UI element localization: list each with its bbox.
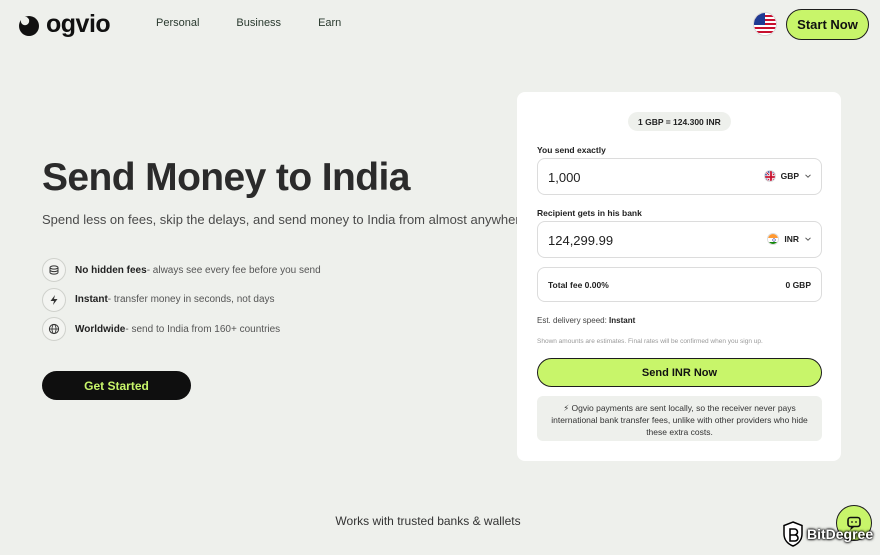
receive-amount-input[interactable]: 124,299.99 — [548, 233, 613, 248]
feature-item: Worldwide - send to India from 160+ coun… — [42, 317, 321, 341]
feature-text: - send to India from 160+ countries — [125, 323, 281, 335]
feature-title: Worldwide — [75, 323, 126, 335]
feature-list: No hidden fees - always see every fee be… — [42, 258, 321, 347]
send-inr-now-button[interactable]: Send INR Now — [537, 358, 822, 387]
estimate-disclaimer: Shown amounts are estimates. Final rates… — [537, 338, 763, 345]
feature-text: - always see every fee before you send — [146, 264, 321, 276]
chevron-down-icon — [805, 237, 811, 241]
start-now-button[interactable]: Start Now — [786, 9, 869, 40]
receive-currency-code: INR — [784, 234, 799, 244]
send-amount-input[interactable]: 1,000 — [548, 170, 581, 185]
fee-summary: Total fee 0.00% 0 GBP — [537, 267, 822, 302]
header: ogvio Personal Business Earn Start Now — [0, 0, 880, 48]
coins-icon — [42, 258, 66, 282]
exchange-rate-badge: 1 GBP = 124.300 INR — [628, 112, 731, 131]
feature-text: - transfer money in seconds, not days — [107, 294, 275, 305]
get-started-button[interactable]: Get Started — [42, 371, 191, 400]
watermark-text: BitDegree — [807, 526, 874, 542]
receive-currency-select[interactable]: INR — [767, 233, 812, 245]
send-currency-select[interactable]: GBP — [763, 170, 812, 182]
fee-value: 0 GBP — [785, 280, 811, 290]
uk-flag-icon — [763, 170, 776, 182]
delivery-value: Instant — [609, 316, 636, 325]
feature-item: No hidden fees - always see every fee be… — [42, 258, 321, 282]
send-currency-code: GBP — [780, 171, 799, 181]
local-payments-note: ⚡ Ogvio payments are sent locally, so th… — [537, 396, 822, 441]
send-amount-field[interactable]: 1,000 GBP — [537, 158, 822, 195]
watermark: BitDegree — [782, 521, 873, 547]
feature-item: Instant - transfer money in seconds, not… — [42, 287, 321, 312]
page-subtitle: Spend less on fees, skip the delays, and… — [42, 212, 531, 227]
fee-label: Total fee 0.00% — [548, 280, 609, 290]
logo[interactable]: ogvio — [16, 10, 111, 39]
nav-earn[interactable]: Earn — [318, 17, 341, 29]
send-amount-label: You send exactly — [537, 145, 606, 155]
page-title: Send Money to India — [42, 156, 410, 199]
india-flag-icon — [767, 233, 780, 245]
receive-amount-field[interactable]: 124,299.99 INR — [537, 221, 822, 258]
logo-text: ogvio — [46, 10, 111, 38]
transfer-calculator-card: 1 GBP = 124.300 INR You send exactly 1,0… — [517, 92, 841, 461]
delivery-label: Est. delivery speed: — [537, 316, 607, 325]
lightning-icon — [42, 287, 66, 312]
language-selector-us-flag-icon[interactable] — [753, 12, 777, 36]
nav-personal[interactable]: Personal — [156, 17, 199, 29]
ogvio-logo-icon — [19, 15, 39, 36]
trusted-banks-heading: Works with trusted banks & wallets — [335, 514, 521, 528]
main-nav: Personal Business Earn — [156, 17, 341, 29]
nav-business[interactable]: Business — [236, 17, 281, 29]
feature-title: No hidden fees — [75, 264, 147, 276]
globe-icon — [42, 317, 66, 341]
chevron-down-icon — [805, 174, 811, 178]
delivery-speed: Est. delivery speed: Instant — [537, 316, 635, 325]
bitdegree-shield-icon — [783, 521, 803, 547]
feature-title: Instant — [75, 294, 108, 305]
receive-amount-label: Recipient gets in his bank — [537, 208, 642, 218]
